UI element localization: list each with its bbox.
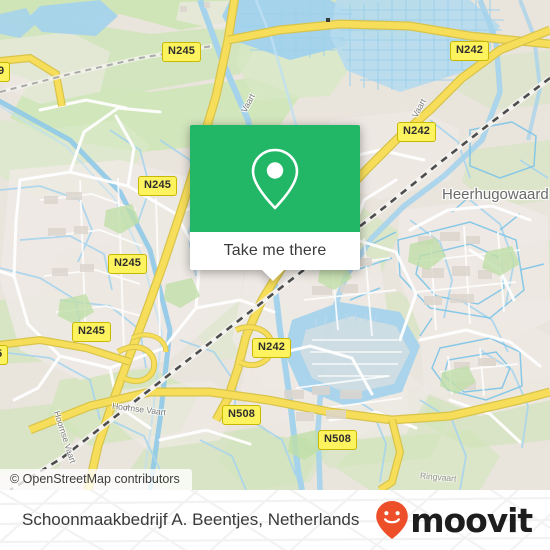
road-shield[interactable]: N242 bbox=[450, 41, 490, 61]
road-shield[interactable]: N242 bbox=[252, 338, 292, 358]
road-shield[interactable]: N245 bbox=[162, 42, 202, 62]
take-me-there-label: Take me there bbox=[223, 242, 327, 259]
popup-tail bbox=[262, 270, 284, 281]
road-shield[interactable]: N245 bbox=[138, 176, 178, 196]
footer-bar: Schoonmaakbedrijf A. Beentjes, Netherlan… bbox=[0, 490, 550, 550]
road-shield[interactable]: N245 bbox=[108, 254, 148, 274]
road-shield[interactable]: 9 bbox=[0, 62, 11, 82]
screenshot-root: N245 N245 N245 N245 9 5 N242 N242 N242 N… bbox=[0, 0, 550, 550]
moovit-brand[interactable]: moovit bbox=[375, 500, 533, 540]
road-shield[interactable]: N245 bbox=[72, 322, 112, 342]
map-pin-icon bbox=[251, 148, 299, 209]
road-shield[interactable]: N242 bbox=[397, 122, 437, 142]
moovit-smiley-pin-icon bbox=[376, 501, 409, 539]
page-title: Schoonmaakbedrijf A. Beentjes, Netherlan… bbox=[22, 510, 360, 529]
place-label-heerhugowaard: Heerhugowaard bbox=[442, 186, 549, 203]
map-attribution[interactable]: © OpenStreetMap contributors bbox=[0, 469, 192, 490]
popup-image-area bbox=[190, 125, 360, 232]
location-popup[interactable]: Take me there bbox=[190, 125, 360, 281]
map-canvas[interactable]: N245 N245 N245 N245 9 5 N242 N242 N242 N… bbox=[0, 0, 550, 490]
road-shield[interactable]: N508 bbox=[222, 405, 262, 425]
popup-action-bar[interactable]: Take me there bbox=[190, 232, 360, 281]
road-shield[interactable]: N508 bbox=[318, 430, 358, 450]
moovit-wordmark: moovit bbox=[410, 500, 533, 540]
road-shield[interactable]: 5 bbox=[0, 345, 9, 365]
